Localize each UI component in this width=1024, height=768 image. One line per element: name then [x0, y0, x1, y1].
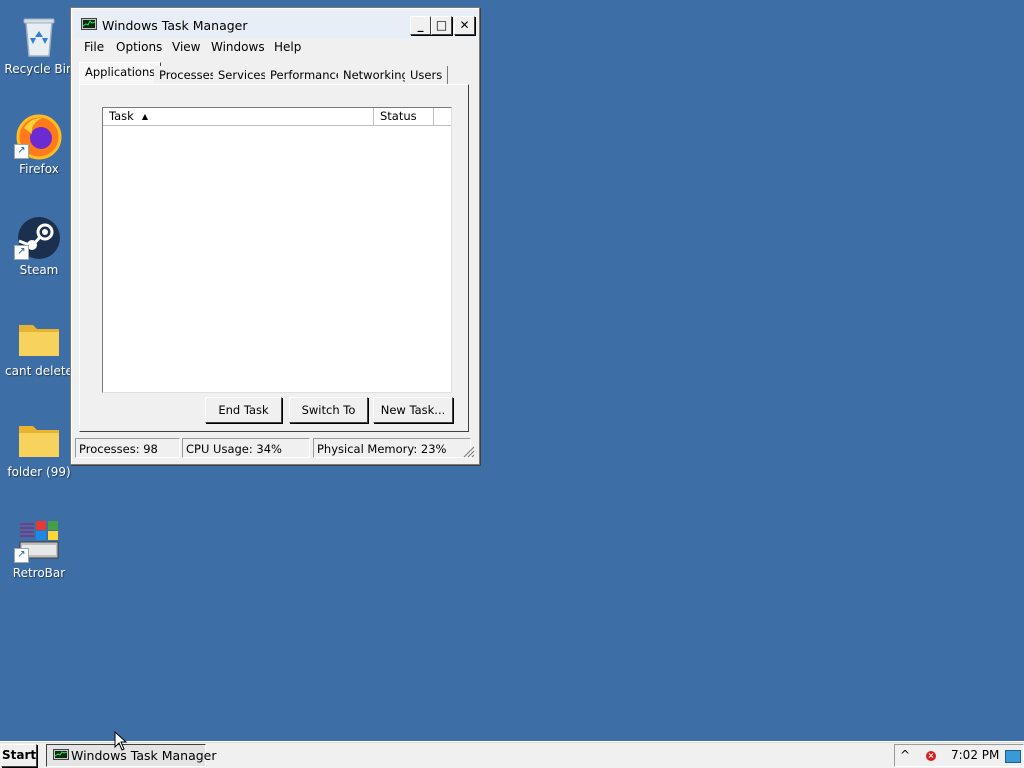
desktop-icon-label: folder (99) — [7, 465, 71, 479]
tab-strip: Applications Processes Services Performa… — [79, 62, 469, 85]
menu-windows[interactable]: Windows — [211, 40, 265, 54]
tab-processes[interactable]: Processes — [154, 66, 222, 84]
desktop-icon-folder-99[interactable]: folder (99) — [0, 411, 78, 507]
sort-ascending-icon: ▲ — [141, 112, 148, 121]
desktop-icon-label: Steam — [19, 263, 59, 277]
window-titlebar[interactable]: Windows Task Manager _ □ ✕ — [74, 11, 476, 38]
menu-file[interactable]: File — [84, 40, 104, 54]
clock[interactable]: 7:02 PM — [951, 745, 999, 766]
shortcut-arrow-icon: ↗ — [14, 548, 29, 563]
mouse-cursor-icon — [114, 731, 128, 751]
show-desktop-icon[interactable] — [1005, 750, 1021, 763]
column-task[interactable]: Task ▲ — [103, 108, 374, 125]
tab-services[interactable]: Services — [213, 66, 273, 84]
desktop-icon-firefox[interactable]: ↗ Firefox — [0, 108, 78, 204]
maximize-button[interactable]: □ — [431, 16, 452, 35]
show-hidden-icons-button[interactable]: ^ — [900, 745, 910, 766]
taskbar: Start Windows Task Manager ^ × 7:02 PM — [0, 741, 1024, 768]
tab-users[interactable]: Users — [405, 66, 449, 84]
tab-applications[interactable]: Applications — [79, 62, 162, 85]
window-title: Windows Task Manager — [102, 18, 248, 33]
minimize-button[interactable]: _ — [410, 16, 431, 35]
menu-help[interactable]: Help — [274, 40, 301, 54]
menu-view[interactable]: View — [172, 40, 200, 54]
new-task-button[interactable]: New Task... — [373, 397, 453, 423]
switch-to-button[interactable]: Switch To — [289, 397, 368, 423]
status-bar: Processes: 98 CPU Usage: 34% Physical Me… — [75, 438, 475, 460]
column-task-label: Task — [109, 109, 134, 123]
error-icon[interactable]: × — [926, 751, 936, 761]
status-processes: Processes: 98 — [75, 438, 180, 458]
shortcut-arrow-icon: ↗ — [14, 144, 29, 159]
folder-icon — [16, 417, 62, 463]
column-status[interactable]: Status — [374, 108, 434, 125]
desktop-icon-steam[interactable]: ↗ Steam — [0, 209, 78, 305]
task-list[interactable]: Task ▲ Status — [102, 107, 452, 393]
desktop-icon-label: RetroBar — [12, 566, 66, 580]
tab-networking[interactable]: Networking — [338, 66, 415, 84]
menu-options[interactable]: Options — [116, 40, 162, 54]
status-cpu-usage: CPU Usage: 34% — [182, 438, 310, 458]
desktop-icon-recycle-bin[interactable]: Recycle Bin — [0, 8, 78, 104]
desktop-icon-label: Firefox — [19, 162, 59, 176]
close-button[interactable]: ✕ — [454, 16, 475, 35]
task-manager-icon — [53, 749, 69, 760]
task-manager-icon — [81, 18, 97, 30]
desktop: Recycle Bin ↗ Firefox ↗ Steam cant delet… — [0, 0, 1024, 741]
menu-bar: File Options View Windows Help — [74, 38, 476, 58]
resize-grip-icon[interactable] — [461, 444, 475, 458]
desktop-icon-cant-delete[interactable]: cant delete — [0, 310, 78, 406]
start-button[interactable]: Start — [1, 744, 37, 767]
status-physical-memory: Physical Memory: 23% — [313, 438, 471, 458]
tab-performance[interactable]: Performance — [265, 66, 349, 84]
system-tray: ^ × 7:02 PM — [894, 744, 1024, 767]
list-header: Task ▲ Status — [103, 108, 451, 126]
desktop-icon-label: Recycle Bin — [4, 62, 74, 76]
shortcut-arrow-icon: ↗ — [14, 245, 29, 260]
taskbar-item-label: Windows Task Manager — [71, 748, 217, 763]
applications-panel: Task ▲ Status End Task Switch To New Task… — [79, 84, 469, 432]
task-manager-window[interactable]: Windows Task Manager _ □ ✕ File Options … — [70, 7, 480, 465]
folder-icon — [16, 316, 62, 362]
column-status-label: Status — [380, 109, 417, 123]
end-task-button[interactable]: End Task — [205, 397, 282, 423]
desktop-icon-label: cant delete — [5, 364, 73, 378]
desktop-icon-retrobar[interactable]: ↗ RetroBar — [0, 512, 78, 608]
recycle-bin-icon — [16, 14, 62, 60]
